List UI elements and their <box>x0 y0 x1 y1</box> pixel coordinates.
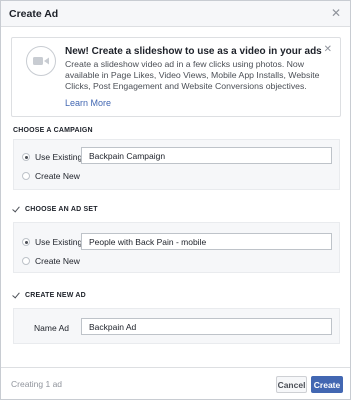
new-ad-section-title: CREATE NEW AD <box>25 292 86 299</box>
ad-set-input[interactable] <box>81 233 332 250</box>
radio-unselected-icon[interactable] <box>22 257 30 265</box>
video-camera-icon <box>26 46 56 76</box>
dialog-footer: Creating 1 ad Cancel Create <box>1 367 350 399</box>
ad-set-option-label: Create New <box>35 256 80 266</box>
checkmark-icon[interactable] <box>13 292 20 299</box>
slideshow-promo-card: New! Create a slideshow to use as a vide… <box>11 37 341 117</box>
campaign-section-label: CHOOSE A CAMPAIGN <box>13 127 93 134</box>
radio-selected-icon[interactable] <box>22 238 30 246</box>
campaign-panel: Use Existing Create New <box>13 139 340 190</box>
cancel-button[interactable]: Cancel <box>276 376 307 393</box>
learn-more-link[interactable]: Learn More <box>65 98 111 108</box>
new-ad-panel: Name Ad <box>13 308 340 344</box>
ad-name-input[interactable] <box>81 318 332 335</box>
campaign-section-title: CHOOSE A CAMPAIGN <box>13 127 93 134</box>
campaign-use-existing-option[interactable]: Use Existing <box>22 152 82 162</box>
checkmark-icon[interactable] <box>13 206 20 213</box>
campaign-input[interactable] <box>81 147 332 164</box>
radio-selected-icon[interactable] <box>22 153 30 161</box>
campaign-option-label: Create New <box>35 171 80 181</box>
ad-set-section-title: CHOOSE AN AD SET <box>25 206 98 213</box>
create-ad-dialog: Create Ad ✕ New! Create a slideshow to u… <box>0 0 351 400</box>
ad-set-use-existing-option[interactable]: Use Existing <box>22 237 82 247</box>
ad-set-panel: Use Existing Create New <box>13 222 340 273</box>
ad-set-create-new-option[interactable]: Create New <box>22 256 80 266</box>
create-button[interactable]: Create <box>311 376 343 393</box>
status-text: Creating 1 ad <box>11 379 63 389</box>
dialog-titlebar: Create Ad ✕ <box>1 1 350 27</box>
close-icon[interactable]: ✕ <box>331 7 341 19</box>
promo-title: New! Create a slideshow to use as a vide… <box>65 46 322 57</box>
ad-set-section-label[interactable]: CHOOSE AN AD SET <box>13 206 98 213</box>
ad-set-option-label: Use Existing <box>35 237 83 247</box>
campaign-option-label: Use Existing <box>35 152 83 162</box>
promo-close-icon[interactable]: ✕ <box>324 44 332 55</box>
campaign-create-new-option[interactable]: Create New <box>22 171 80 181</box>
new-ad-section-label[interactable]: CREATE NEW AD <box>13 292 86 299</box>
radio-unselected-icon[interactable] <box>22 172 30 180</box>
promo-body: Create a slideshow video ad in a few cli… <box>65 59 320 91</box>
name-ad-label: Name Ad <box>34 323 69 333</box>
dialog-title: Create Ad <box>9 7 59 20</box>
